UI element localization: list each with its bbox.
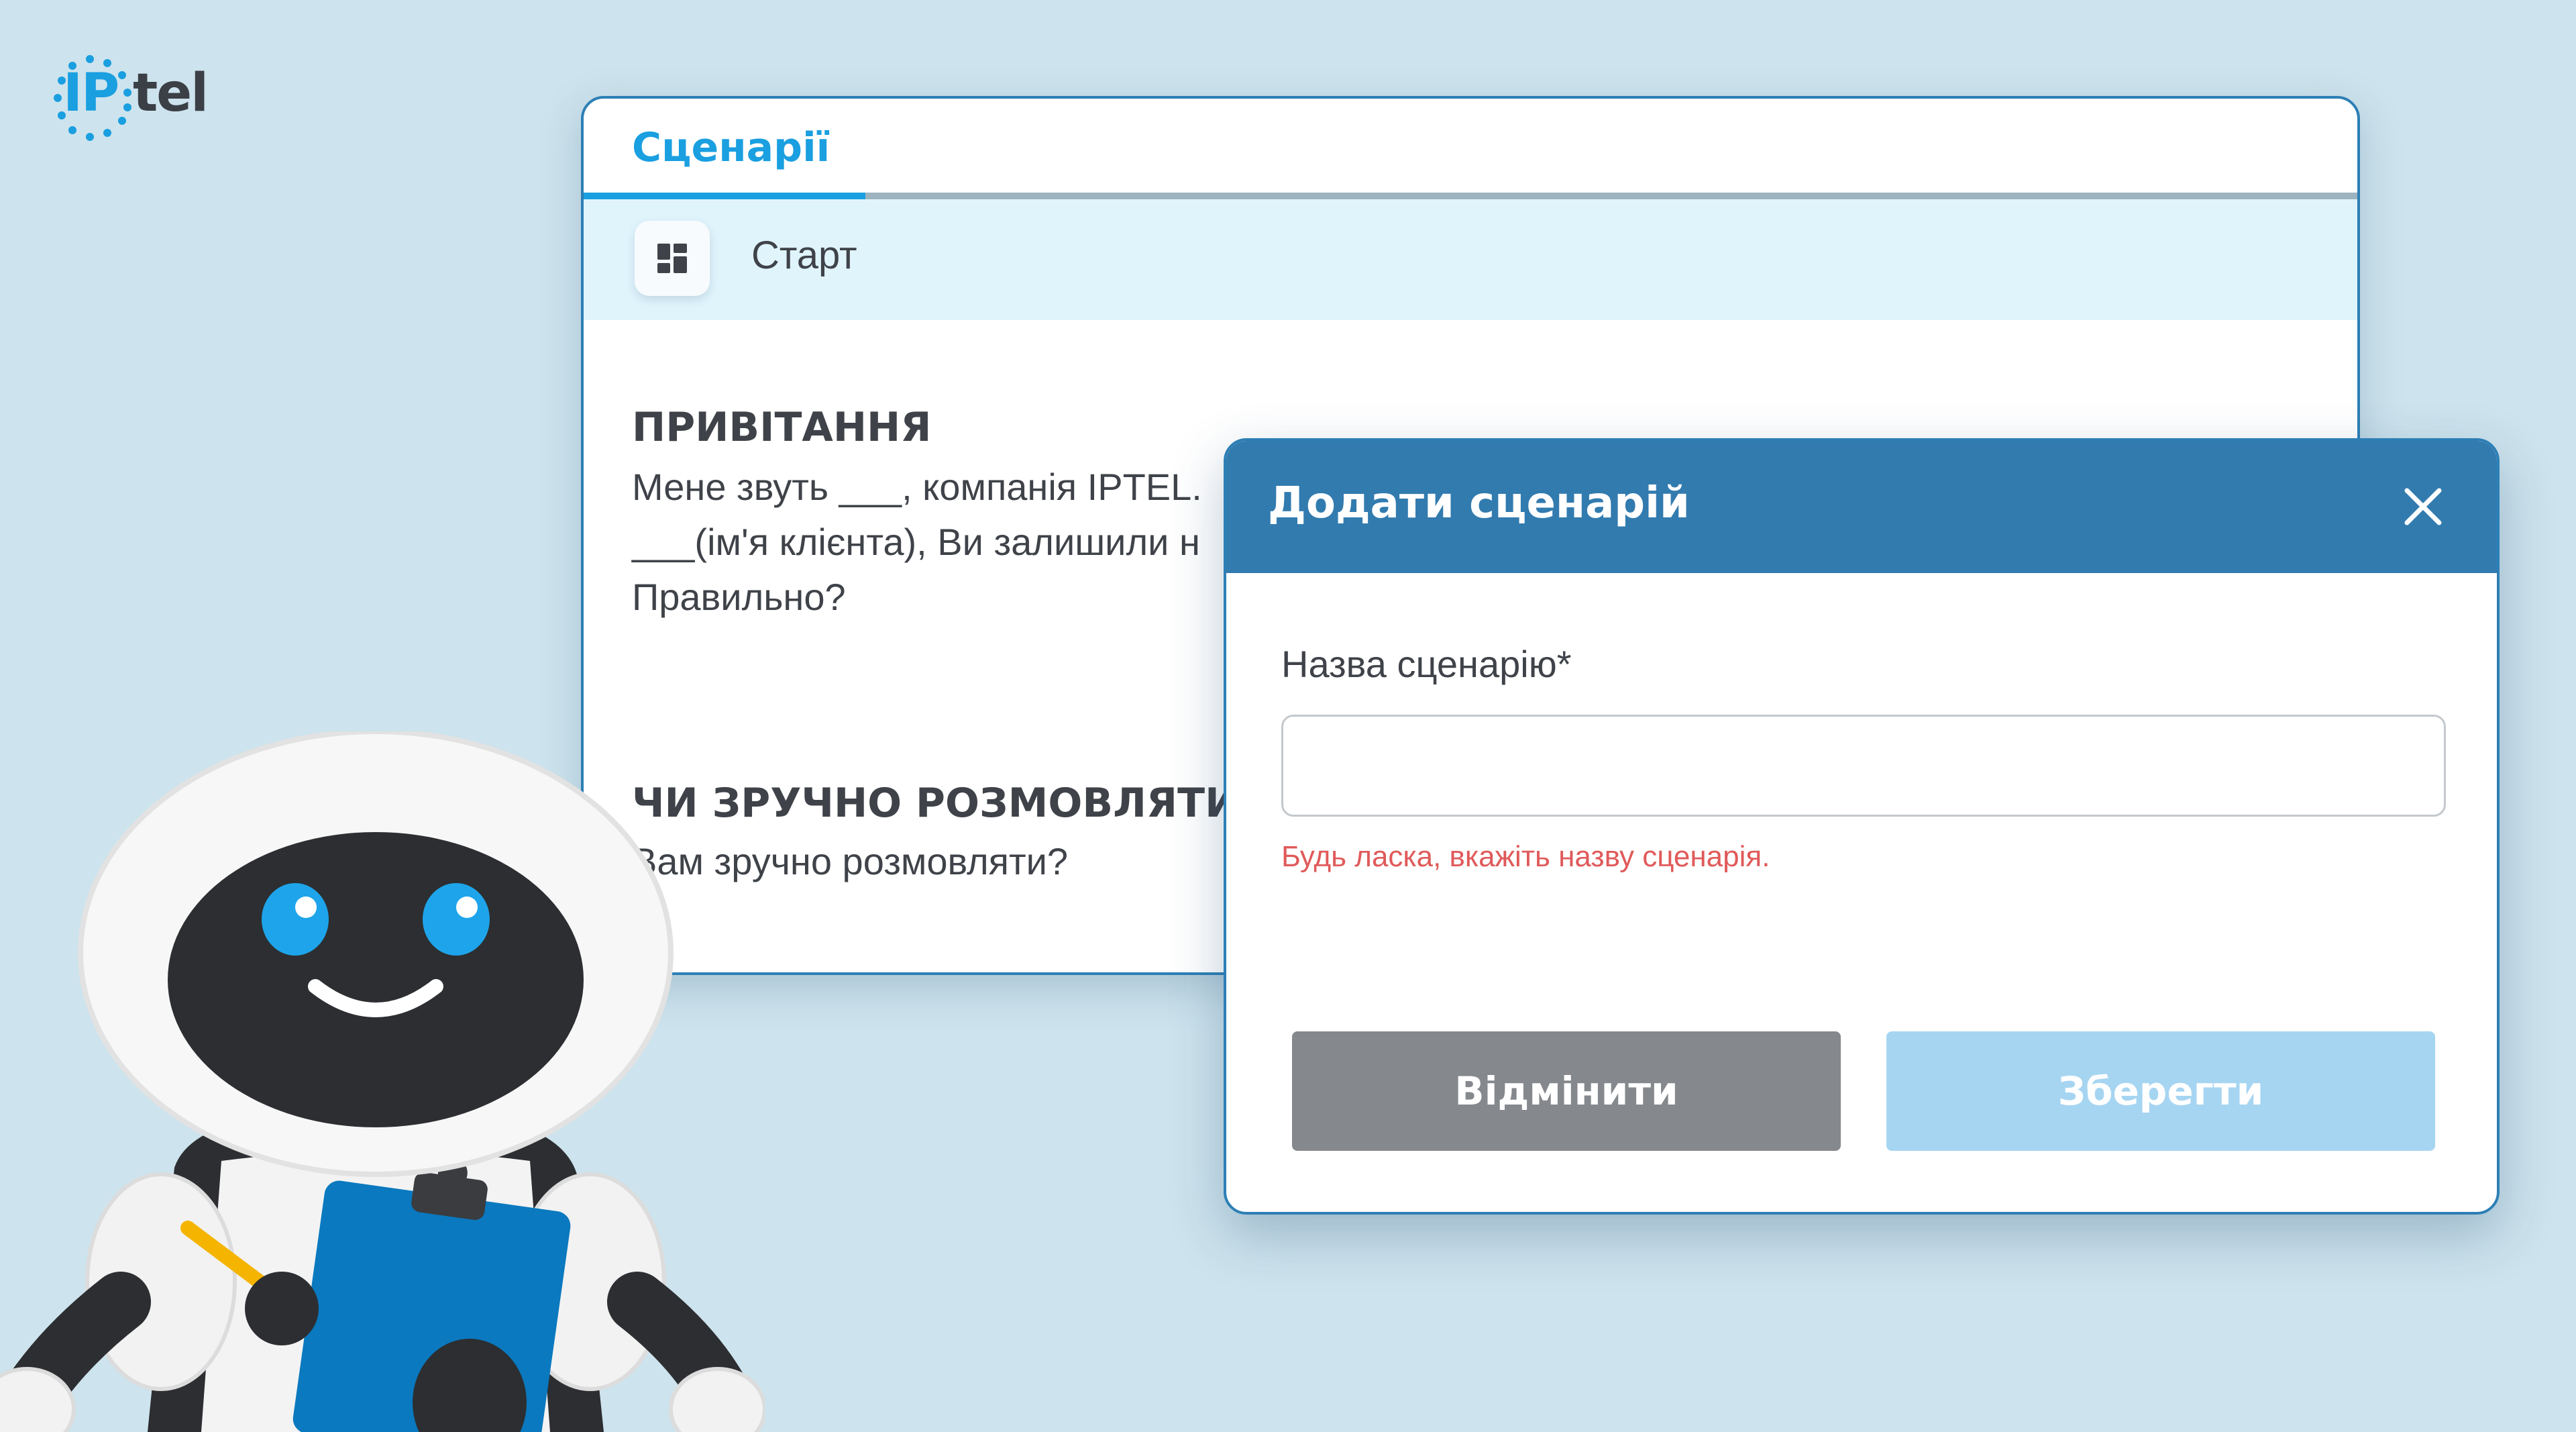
section-title-greeting: ПРИВІТАННЯ [632, 404, 932, 451]
section-text-line: Мене звуть ___, компанія IPTEL. [632, 466, 1202, 508]
modal-title: Додати сценарій [1268, 478, 1690, 528]
scenario-toolbar: Старт [584, 199, 2357, 320]
iptel-logo: IP tel [52, 54, 213, 141]
tab-scenarios[interactable]: Сценарії [632, 124, 830, 171]
add-scenario-modal: Додати сценарій Назва сценарію* Будь лас… [1224, 438, 2500, 1215]
scenario-name-error: Будь ласка, вкажіть назву сценарія. [1281, 840, 1770, 873]
close-icon[interactable] [2396, 480, 2450, 533]
dashboard-grid-icon [657, 244, 687, 273]
scenario-name-input[interactable] [1281, 715, 2446, 817]
robot-mascot-illustration [0, 731, 765, 1432]
tab-active-indicator [584, 193, 865, 199]
logo-tel-text: tel [133, 63, 209, 123]
tab-bar: Сценарії [584, 99, 2357, 199]
section-text-line: Правильно? [632, 576, 846, 618]
start-label[interactable]: Старт [751, 233, 857, 278]
section-text-line: ___(ім'я клієнта), Ви залишили н [632, 521, 1200, 563]
modal-header: Додати сценарій [1226, 441, 2497, 573]
save-button[interactable]: Зберегти [1886, 1031, 2435, 1151]
logo-ip-text: IP [63, 63, 119, 123]
cancel-button[interactable]: Відмінити [1292, 1031, 1841, 1151]
dashboard-grid-button[interactable] [635, 221, 710, 296]
scenario-name-label: Назва сценарію* [1281, 643, 1572, 685]
